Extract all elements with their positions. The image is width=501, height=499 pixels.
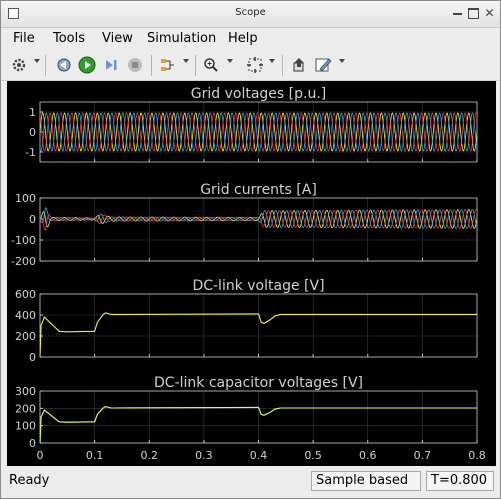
y-tick-label: 400 [15, 309, 36, 322]
step-forward-icon[interactable] [101, 55, 121, 75]
y-tick-label: 0 [29, 213, 36, 226]
x-tick-label: 0.6 [359, 449, 377, 462]
y-tick-label: 1 [29, 106, 36, 119]
chart-title: DC-link voltage [V] [192, 278, 324, 294]
run-icon[interactable] [77, 55, 97, 75]
chart-title: Grid voltages [p.u.] [191, 86, 326, 102]
y-tick-label: 100 [15, 192, 36, 205]
sample-mode-box: Sample based [311, 471, 421, 491]
menu-help[interactable]: Help [228, 31, 258, 46]
maximize-icon[interactable] [468, 8, 479, 19]
y-tick-label: 0 [29, 351, 36, 364]
toolbar [1, 50, 500, 81]
settings-dropdown-icon[interactable] [34, 59, 40, 63]
zoom-in-icon[interactable] [201, 55, 221, 75]
y-tick-label: 200 [15, 402, 36, 415]
x-tick-label: 0.3 [195, 449, 213, 462]
highlight-dropdown-icon[interactable] [183, 59, 189, 63]
toolbar-separator [45, 55, 46, 76]
y-tick-label: -100 [11, 234, 36, 247]
menu-simulation[interactable]: Simulation [147, 31, 216, 46]
scope-window: Scope ✕ File Tools View Simulation Help [0, 0, 501, 499]
x-tick-label: 0.7 [414, 449, 432, 462]
scope-plots: Grid voltages [p.u.] 1 0 -1 Grid currents [A… [11, 86, 486, 462]
toolbar-separator [151, 55, 152, 76]
fit-to-view-icon[interactable] [245, 55, 265, 75]
toolbar-separator [195, 55, 196, 76]
plot-area: Grid voltages [p.u.] 1 0 -1 Grid currents [A… [7, 81, 496, 466]
menu-tools[interactable]: Tools [53, 31, 85, 46]
status-ready: Ready [9, 473, 50, 488]
y-tick-label: 0 [29, 126, 36, 139]
style-dropdown-icon[interactable] [339, 59, 345, 63]
y-tick-label: -1 [25, 146, 36, 159]
y-tick-label: 600 [15, 288, 36, 301]
x-tick-label: 0.1 [86, 449, 104, 462]
status-bar: Ready Sample based T=0.800 [1, 468, 500, 498]
y-tick-label: -200 [11, 255, 36, 268]
x-tick-label: 0.4 [250, 449, 268, 462]
y-tick-label: 0 [29, 437, 36, 450]
style-icon[interactable] [313, 55, 333, 75]
menu-view[interactable]: View [102, 31, 133, 46]
zoom-dropdown-icon[interactable] [227, 59, 233, 63]
y-tick-label: 300 [15, 385, 36, 398]
restore-icon[interactable] [289, 55, 309, 75]
y-tick-label: 200 [15, 330, 36, 343]
highlight-icon[interactable] [157, 55, 177, 75]
x-tick-label: 0 [37, 449, 44, 462]
step-back-icon[interactable] [53, 55, 73, 75]
x-tick-label: 0.5 [304, 449, 322, 462]
stop-icon[interactable] [125, 55, 145, 75]
title-bar: Scope ✕ [1, 1, 500, 28]
fit-dropdown-icon[interactable] [269, 59, 275, 63]
sim-time-box: T=0.800 [426, 471, 494, 491]
x-tick-label: 0.8 [468, 449, 486, 462]
menu-file[interactable]: File [13, 31, 35, 46]
minimize-icon[interactable] [453, 13, 462, 15]
window-title: Scope [235, 7, 266, 18]
x-tick-label: 0.2 [141, 449, 159, 462]
close-icon[interactable]: ✕ [484, 7, 495, 19]
toolbar-separator [282, 55, 283, 76]
chart-title: DC-link capacitor voltages [V] [154, 375, 363, 391]
gear-icon[interactable] [9, 55, 29, 75]
menu-bar: File Tools View Simulation Help [1, 28, 500, 50]
chart-title: Grid currents [A] [200, 182, 317, 198]
y-tick-label: 100 [15, 420, 36, 433]
